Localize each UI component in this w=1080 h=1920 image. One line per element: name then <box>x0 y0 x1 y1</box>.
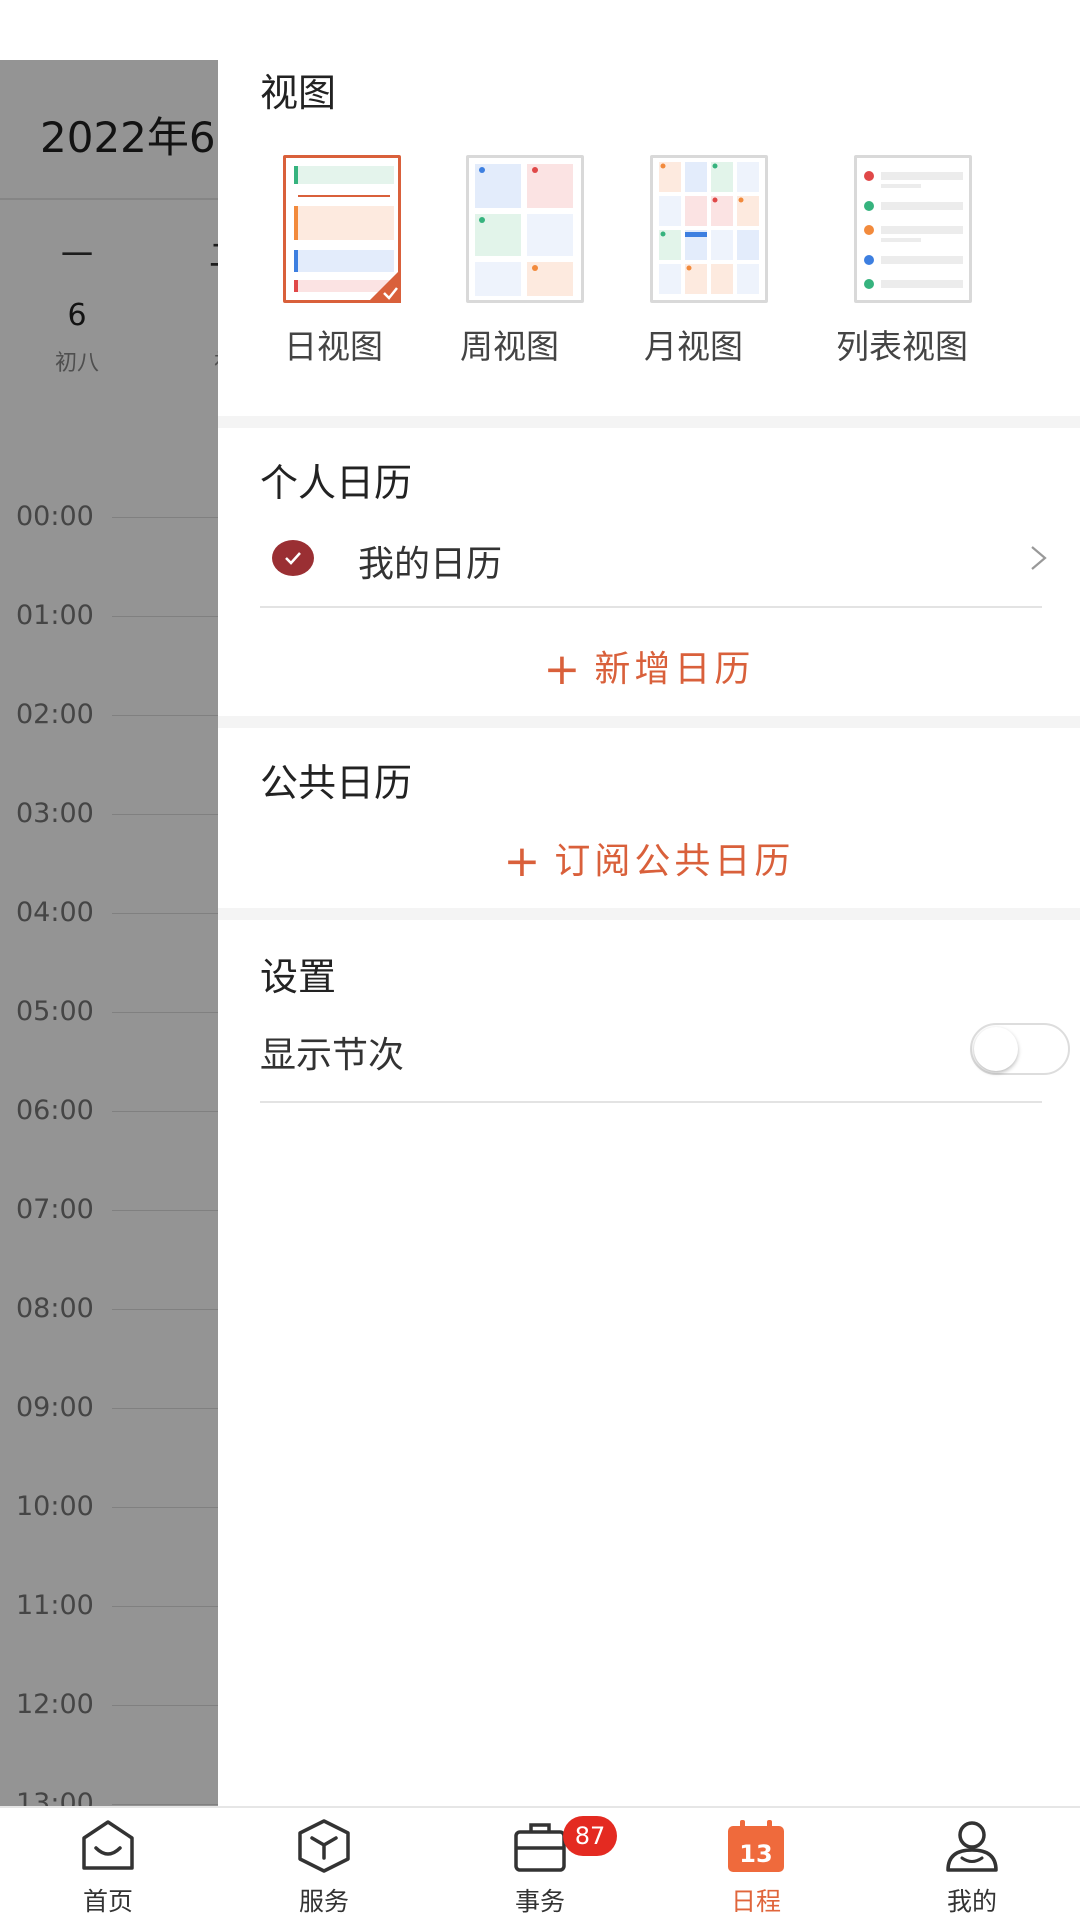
subscribe-public-calendar-button[interactable]: + 订阅公共日历 <box>218 832 1080 887</box>
view-option-week[interactable]: 周视图 <box>460 155 596 366</box>
service-cube-icon <box>298 1819 350 1873</box>
calendar-color-check-icon[interactable] <box>272 540 314 576</box>
plus-icon: + <box>543 644 585 695</box>
tab-label: 首页 <box>82 1887 133 1916</box>
row-divider <box>260 606 1042 608</box>
subscribe-label: 订阅公共日历 <box>554 841 795 882</box>
views-section-title: 视图 <box>260 71 337 115</box>
add-calendar-label: 新增日历 <box>594 649 755 690</box>
toggle-knob <box>974 1027 1018 1071</box>
show-period-label: 显示节次 <box>260 1035 405 1076</box>
my-calendar-row[interactable]: 我的日历 <box>260 520 1050 600</box>
calendar-day-number: 13 <box>739 1840 772 1868</box>
section-divider <box>218 716 1080 728</box>
show-period-toggle[interactable] <box>970 1023 1070 1075</box>
tab-label: 日程 <box>730 1887 781 1916</box>
view-option-month[interactable]: 月视图 <box>644 155 780 366</box>
section-divider <box>218 416 1080 428</box>
personal-calendar-title: 个人日历 <box>260 461 413 505</box>
show-period-row: 显示节次 <box>260 1020 1070 1090</box>
calendar-icon: 13 <box>728 1820 784 1872</box>
tab-home[interactable]: 首页 <box>0 1808 216 1920</box>
plus-icon: + <box>503 836 545 887</box>
week-view-icon <box>466 155 584 303</box>
month-view-icon <box>650 155 768 303</box>
row-divider <box>260 1101 1042 1103</box>
home-mail-icon <box>82 1820 134 1870</box>
bottom-tab-bar: 首页 服务 87 事务 13 日程 我的 <box>0 1806 1080 1920</box>
view-label-list: 列表视图 <box>836 327 968 366</box>
view-label-day: 日视图 <box>284 327 383 366</box>
add-calendar-button[interactable]: + 新增日历 <box>218 640 1080 695</box>
tab-mine[interactable]: 我的 <box>864 1808 1080 1920</box>
tab-schedule[interactable]: 13 日程 <box>648 1808 864 1920</box>
calendar-drawer: 视图 日视图 周视图 月视图 列表视图 个人日历 我的日历 + 新增日历 公共日… <box>218 0 1080 1806</box>
chevron-right-icon <box>1031 546 1047 570</box>
day-view-icon <box>283 155 401 303</box>
tab-service[interactable]: 服务 <box>216 1808 432 1920</box>
view-option-list[interactable]: 列表视图 <box>836 155 1024 366</box>
tab-affairs[interactable]: 87 事务 <box>432 1808 648 1920</box>
view-option-day[interactable]: 日视图 <box>280 155 410 366</box>
settings-title: 设置 <box>260 955 337 999</box>
notification-badge: 87 <box>563 1816 617 1856</box>
user-icon <box>946 1821 998 1872</box>
tab-label: 我的 <box>946 1887 997 1916</box>
tab-label: 事务 <box>514 1887 565 1916</box>
selected-check-icon <box>367 269 401 303</box>
public-calendar-title: 公共日历 <box>260 761 413 805</box>
briefcase-icon <box>514 1823 566 1872</box>
list-view-icon <box>854 155 972 303</box>
view-label-month: 月视图 <box>644 327 743 366</box>
section-divider <box>218 908 1080 920</box>
my-calendar-label: 我的日历 <box>358 544 503 585</box>
view-label-week: 周视图 <box>460 327 559 366</box>
tab-label: 服务 <box>298 1887 349 1916</box>
